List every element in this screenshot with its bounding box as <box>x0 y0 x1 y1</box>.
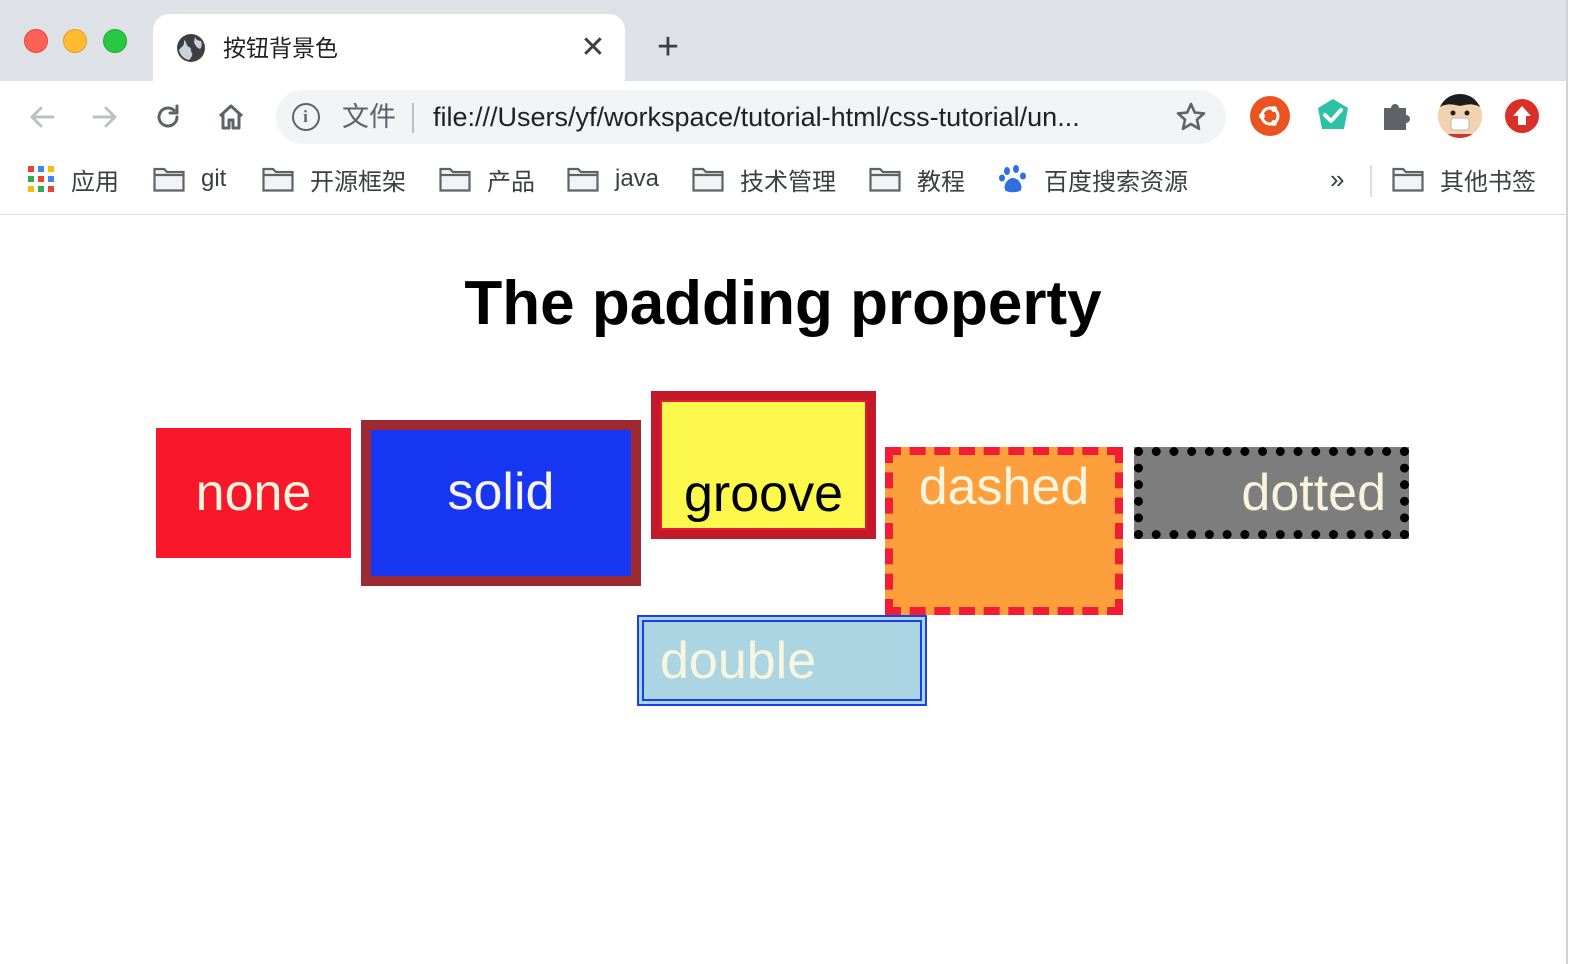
maximize-window-button[interactable] <box>103 29 127 53</box>
button-solid[interactable]: solid <box>361 420 641 586</box>
apps-grid-icon <box>28 166 54 192</box>
url-text[interactable]: file:///Users/yf/workspace/tutorial-html… <box>433 101 1080 133</box>
bookmarks-divider <box>1370 165 1372 197</box>
folder-icon <box>692 167 724 192</box>
toolbar: 文件 file:///Users/yf/workspace/tutorial-h… <box>0 81 1566 151</box>
bookmark-folder-java[interactable]: java <box>567 163 659 195</box>
bookmark-baidu[interactable]: 百度搜索资源 <box>998 163 1188 196</box>
home-button[interactable] <box>209 95 253 139</box>
star-icon[interactable] <box>1174 100 1208 134</box>
bookmark-label: java <box>615 165 660 192</box>
bookmark-apps[interactable]: 应用 <box>27 163 119 196</box>
arrow-left-icon <box>30 106 55 128</box>
check-shield-icon[interactable] <box>1313 96 1353 136</box>
page-content: The padding property none solid groove d… <box>0 216 1566 964</box>
folder-icon <box>262 167 294 192</box>
back-button[interactable] <box>20 95 64 139</box>
folder-icon <box>1392 167 1424 192</box>
bookmark-folder-frameworks[interactable]: 开源框架 <box>262 163 406 196</box>
info-icon[interactable] <box>292 103 320 131</box>
close-window-button[interactable] <box>24 29 48 53</box>
button-double[interactable]: double <box>637 615 927 706</box>
address-scheme-label: 文件 <box>342 102 396 132</box>
bookmarks-overflow-button[interactable]: » <box>1330 163 1344 195</box>
bookmark-label: 其他书签 <box>1440 168 1536 196</box>
bookmark-label: 产品 <box>487 168 535 196</box>
new-tab-button[interactable]: + <box>648 28 688 68</box>
bookmark-label: 教程 <box>917 168 965 196</box>
bookmark-folder-product[interactable]: 产品 <box>439 163 535 196</box>
folder-icon <box>153 167 185 192</box>
ubuntu-icon[interactable] <box>1250 96 1290 136</box>
bookmark-label: git <box>201 165 227 192</box>
minimize-window-button[interactable] <box>63 29 87 53</box>
globe-icon <box>177 34 205 62</box>
avatar[interactable] <box>1438 94 1482 138</box>
reload-button[interactable] <box>146 95 190 139</box>
forward-button[interactable] <box>83 95 127 139</box>
tab-title: 按钮背景色 <box>223 35 338 61</box>
button-groove[interactable]: groove <box>651 391 876 539</box>
address-separator <box>412 103 414 133</box>
baidu-paw-icon <box>999 165 1026 193</box>
bookmark-folder-git[interactable]: git <box>153 163 226 195</box>
puzzle-glyph <box>1384 104 1410 130</box>
bookmark-folder-tutorials[interactable]: 教程 <box>869 163 965 196</box>
close-tab-icon[interactable]: ✕ <box>577 32 609 64</box>
check-shield-glyph <box>1318 99 1348 129</box>
button-dotted[interactable]: dotted <box>1134 447 1409 539</box>
bookmarks-bar: 应用 git 开源框架 产品 java 技术管理 教程 百度搜索资源 » 其他书… <box>0 151 1566 215</box>
button-dashed[interactable]: dashed <box>885 447 1123 615</box>
address-bar[interactable]: 文件 file:///Users/yf/workspace/tutorial-h… <box>276 90 1226 144</box>
folder-icon <box>869 167 901 192</box>
active-tab[interactable]: 按钮背景色 ✕ <box>153 14 625 81</box>
folder-icon <box>567 167 599 192</box>
avatar-image <box>1438 94 1482 138</box>
button-none[interactable]: none <box>156 428 351 558</box>
ubuntu-glyph <box>1259 106 1280 126</box>
upload-glyph <box>1513 106 1531 125</box>
arrow-right-icon <box>92 106 117 128</box>
bookmark-label: 技术管理 <box>740 168 836 196</box>
reload-icon <box>157 104 179 128</box>
bookmark-label: 应用 <box>71 168 119 196</box>
bookmark-folder-other[interactable]: 其他书签 <box>1392 163 1536 196</box>
puzzle-icon[interactable] <box>1376 96 1416 136</box>
bookmark-label: 百度搜索资源 <box>1044 168 1188 196</box>
bookmark-label: 开源框架 <box>310 168 406 196</box>
home-icon <box>218 104 244 130</box>
tab-strip: 按钮背景色 ✕ + <box>0 0 1566 81</box>
window-edge <box>1566 0 1590 964</box>
page-title: The padding property <box>464 269 1102 338</box>
folder-icon <box>439 167 471 192</box>
upload-icon[interactable] <box>1505 99 1539 133</box>
bookmark-folder-tech-management[interactable]: 技术管理 <box>692 163 836 196</box>
